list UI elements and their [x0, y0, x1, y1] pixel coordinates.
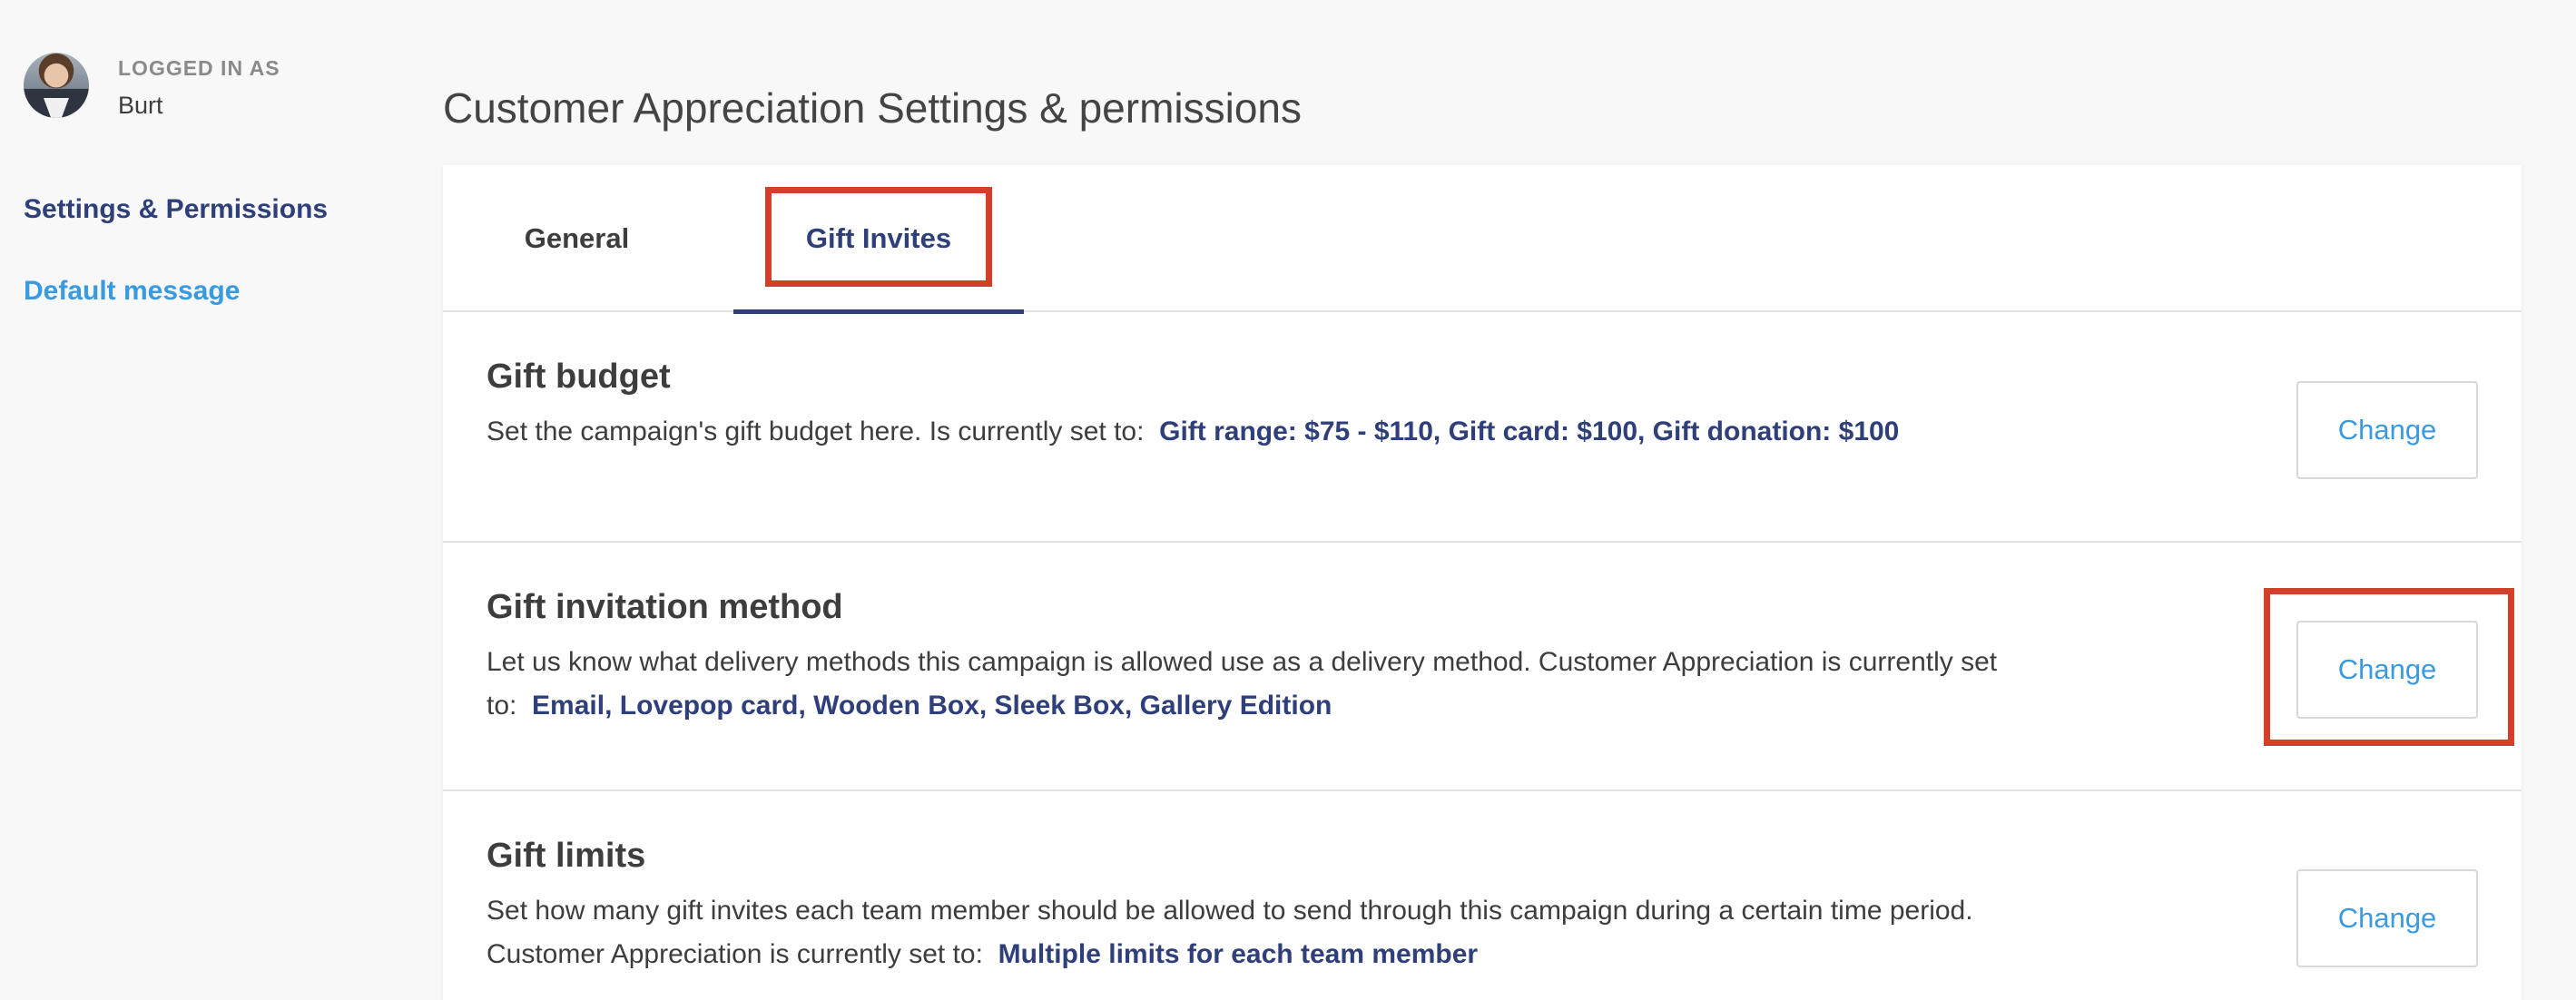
- section-gift-budget: Gift budget Set the campaign's gift budg…: [443, 312, 2522, 543]
- tab-general[interactable]: General: [497, 165, 656, 312]
- section-description: Let us know what delivery methods this c…: [487, 641, 2039, 728]
- section-gift-limits: Gift limits Set how many gift invites ea…: [443, 791, 2522, 1000]
- tab-highlight-box: [765, 187, 992, 287]
- avatar: [24, 53, 89, 118]
- user-name: Burt: [118, 92, 163, 119]
- page: LOGGED IN AS Burt Settings & Permissions…: [0, 0, 2576, 1000]
- user-info: LOGGED IN AS Burt: [118, 53, 280, 120]
- change-gift-limits-button[interactable]: Change: [2296, 869, 2478, 967]
- settings-card: General Gift Invites Gift budget Set the…: [443, 165, 2522, 1000]
- sidebar: LOGGED IN AS Burt Settings & Permissions…: [0, 0, 418, 1000]
- description-text: Set the campaign's gift budget here. Is …: [487, 417, 1145, 446]
- section-gift-invitation-method: Gift invitation method Let us know what …: [443, 543, 2522, 791]
- section-title: Gift invitation method: [487, 588, 843, 626]
- side-nav: Settings & Permissions Default message: [24, 194, 328, 358]
- section-title: Gift budget: [487, 358, 671, 396]
- button-highlight-box: [2264, 588, 2514, 746]
- change-gift-budget-button[interactable]: Change: [2296, 381, 2478, 479]
- current-value: Multiple limits for each team member: [998, 939, 1479, 969]
- section-title: Gift limits: [487, 837, 646, 875]
- current-value: Gift range: $75 - $110, Gift card: $100,…: [1159, 417, 1900, 446]
- tab-bar: General Gift Invites: [443, 165, 2522, 314]
- page-title: Customer Appreciation Settings & permiss…: [443, 84, 1302, 132]
- logged-in-label: LOGGED IN AS: [118, 56, 280, 80]
- section-description: Set how many gift invites each team memb…: [487, 889, 2039, 976]
- current-value: Email, Lovepop card, Wooden Box, Sleek B…: [532, 691, 1332, 721]
- sidebar-item-settings-permissions[interactable]: Settings & Permissions: [24, 194, 328, 225]
- sidebar-item-default-message[interactable]: Default message: [24, 276, 328, 307]
- user-block: LOGGED IN AS Burt: [24, 53, 280, 120]
- section-description: Set the campaign's gift budget here. Is …: [487, 410, 2039, 454]
